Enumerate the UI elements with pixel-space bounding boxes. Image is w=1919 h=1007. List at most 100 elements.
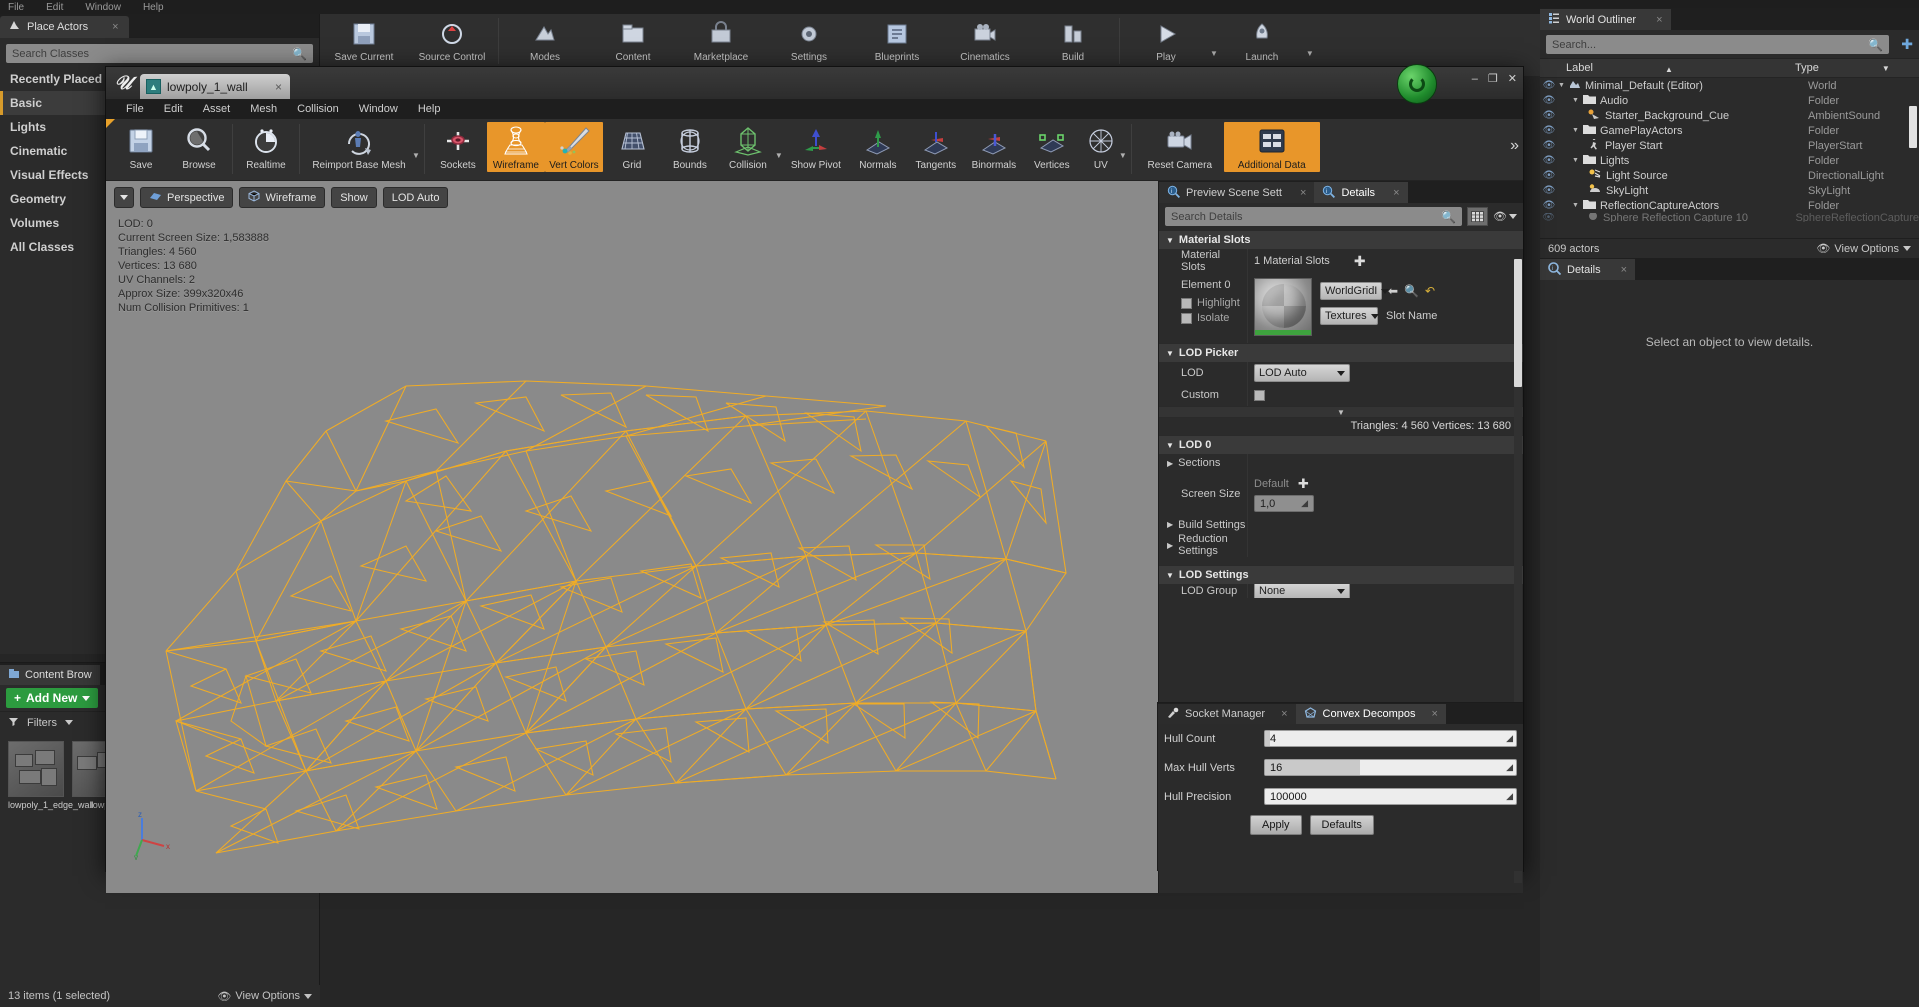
- chevron-down-icon[interactable]: ▼: [1210, 49, 1218, 58]
- view-mode-button[interactable]: Perspective: [140, 187, 234, 208]
- defaults-button[interactable]: Defaults: [1309, 815, 1374, 835]
- menu-collision[interactable]: Collision: [287, 103, 349, 115]
- table-row[interactable]: 👁 SkyLight SkyLight: [1540, 183, 1919, 198]
- close-icon[interactable]: ×: [1393, 187, 1399, 199]
- visibility-eye-icon[interactable]: 👁: [1540, 110, 1558, 121]
- asset-item[interactable]: lowpoly_1_edge_wall: [8, 741, 94, 811]
- chevron-down-icon[interactable]: ▼: [412, 151, 420, 160]
- tab-place-actors[interactable]: Place Actors ×: [0, 16, 129, 38]
- material-combo[interactable]: WorldGridI: [1320, 282, 1390, 300]
- table-row[interactable]: 👁 ▼ ReflectionCaptureActors Folder: [1540, 198, 1919, 213]
- tab-details[interactable]: i Details ×: [1314, 182, 1408, 203]
- browse-to-asset-icon[interactable]: 🔍: [1404, 284, 1419, 298]
- tab-convex-decomposition[interactable]: Convex Decompos ×: [1295, 704, 1446, 724]
- lod-menu-button[interactable]: LOD Auto: [382, 187, 449, 208]
- toolbar-vertices[interactable]: Vertices: [1023, 122, 1081, 172]
- hull-count-slider[interactable]: 4 ◢: [1264, 730, 1517, 747]
- expand-triangle-icon[interactable]: ▶: [1167, 459, 1173, 468]
- toolbar-tangents[interactable]: Tangents: [907, 122, 965, 172]
- close-button[interactable]: ✕: [1508, 72, 1517, 85]
- isolate-checkbox[interactable]: [1181, 312, 1192, 324]
- app-menu-window[interactable]: Window: [85, 2, 121, 13]
- menu-edit[interactable]: Edit: [154, 103, 193, 115]
- mesh-viewport[interactable]: Perspective Wireframe Show LOD Auto LOD:…: [106, 181, 1159, 893]
- close-icon[interactable]: ×: [275, 80, 282, 94]
- app-menu-edit[interactable]: Edit: [46, 2, 63, 13]
- chevron-down-icon[interactable]: ▼: [1306, 49, 1314, 58]
- section-lod-picker[interactable]: ▼ LOD Picker: [1159, 343, 1523, 362]
- toolbar-sockets[interactable]: Sockets: [429, 122, 487, 172]
- expand-arrow-icon[interactable]: ▼: [1558, 82, 1565, 89]
- toolbar-show-pivot[interactable]: Show Pivot: [783, 122, 849, 172]
- row-build-settings[interactable]: ▶ Build Settings: [1159, 516, 1523, 533]
- menu-window[interactable]: Window: [349, 103, 408, 115]
- app-menu-help[interactable]: Help: [143, 2, 164, 13]
- outliner-search-input[interactable]: Search... 🔍: [1546, 35, 1890, 54]
- search-classes-input[interactable]: Search Classes 🔍: [6, 44, 313, 63]
- main-toolbar-modes[interactable]: Modes: [501, 16, 589, 63]
- table-row[interactable]: 👁 Sphere Reflection Capture 10 SphereRef…: [1540, 213, 1919, 222]
- main-toolbar-build[interactable]: Build: [1029, 16, 1117, 63]
- main-toolbar-play[interactable]: Play: [1122, 16, 1210, 63]
- toolbar-binormals[interactable]: Binormals: [965, 122, 1023, 172]
- toolbar-bounds[interactable]: Bounds: [661, 122, 719, 172]
- main-toolbar-cinematics[interactable]: Cinematics: [941, 16, 1029, 63]
- shading-mode-button[interactable]: Wireframe: [239, 187, 326, 208]
- plus-icon[interactable]: ✚: [1298, 476, 1309, 492]
- visibility-eye-icon[interactable]: 👁: [1540, 200, 1558, 211]
- expand-arrow-icon[interactable]: ▼: [1572, 157, 1579, 164]
- visibility-eye-icon[interactable]: 👁: [1540, 80, 1558, 91]
- visibility-eye-icon[interactable]: 👁: [1540, 125, 1558, 136]
- visibility-eye-icon[interactable]: 👁: [1540, 140, 1558, 151]
- tab-world-outliner[interactable]: World Outliner ×: [1540, 9, 1671, 30]
- main-toolbar-save-current[interactable]: Save Current: [320, 16, 408, 63]
- close-icon[interactable]: ×: [1281, 708, 1287, 720]
- reset-to-default-icon[interactable]: ↶: [1425, 284, 1435, 298]
- details-grid-view-button[interactable]: [1467, 207, 1489, 226]
- details-scrollbar-thumb[interactable]: [1514, 259, 1522, 387]
- toolbar-wireframe[interactable]: Wireframe: [486, 122, 545, 172]
- search-details-input[interactable]: Search Details 🔍: [1165, 207, 1463, 226]
- toolbar-normals[interactable]: Normals: [849, 122, 907, 172]
- menu-mesh[interactable]: Mesh: [240, 103, 287, 115]
- section-lod-0[interactable]: ▼ LOD 0: [1159, 435, 1523, 454]
- expand-triangle-icon[interactable]: ▶: [1167, 520, 1173, 529]
- add-actor-button[interactable]: ✚: [1901, 36, 1913, 53]
- material-thumbnail[interactable]: [1254, 278, 1312, 336]
- table-row[interactable]: 👁 Light Source DirectionalLight: [1540, 168, 1919, 183]
- row-sections[interactable]: ▶ Sections: [1159, 454, 1523, 472]
- main-toolbar-settings[interactable]: Settings: [765, 16, 853, 63]
- expand-arrow-icon[interactable]: ▼: [1572, 97, 1579, 104]
- visibility-eye-icon[interactable]: 👁: [1540, 170, 1558, 181]
- tab-details[interactable]: i Details ×: [1540, 259, 1636, 280]
- expand-arrow-icon[interactable]: ▼: [1572, 202, 1579, 209]
- record-button[interactable]: [1397, 64, 1437, 104]
- main-toolbar-content[interactable]: Content: [589, 16, 677, 63]
- lod-group-select[interactable]: None: [1254, 584, 1350, 598]
- outliner-view-options-button[interactable]: 👁 View Options: [1816, 242, 1911, 255]
- content-view-options-button[interactable]: 👁 View Options: [217, 990, 312, 1003]
- toolbar-collision[interactable]: Collision: [719, 122, 777, 172]
- row-reduction-settings[interactable]: ▶ Reduction Settings: [1159, 533, 1523, 557]
- show-menu-button[interactable]: Show: [331, 187, 377, 208]
- toolbar-realtime[interactable]: Realtime: [237, 122, 295, 172]
- close-icon[interactable]: ×: [1656, 14, 1662, 26]
- app-menu-file[interactable]: File: [8, 2, 24, 13]
- table-row[interactable]: 👁 ▼ Lights Folder: [1540, 153, 1919, 168]
- isolate-checkbox-row[interactable]: Isolate: [1181, 312, 1229, 324]
- toolbar-vert-colors[interactable]: Vert Colors: [544, 122, 603, 172]
- main-toolbar-blueprints[interactable]: Blueprints: [853, 16, 941, 63]
- section-material-slots[interactable]: ▼ Material Slots: [1159, 230, 1523, 249]
- toolbar-overflow-button[interactable]: »: [1510, 137, 1519, 155]
- textures-combo[interactable]: Textures: [1320, 307, 1379, 325]
- add-new-button[interactable]: + Add New: [6, 688, 99, 708]
- visibility-eye-icon[interactable]: 👁: [1540, 185, 1558, 196]
- expand-triangle-icon[interactable]: ▶: [1167, 541, 1173, 550]
- tab-preview-scene-settings[interactable]: i Preview Scene Sett ×: [1159, 182, 1315, 203]
- details-view-options-button[interactable]: 👁: [1493, 210, 1517, 223]
- visibility-eye-icon[interactable]: 👁: [1540, 95, 1558, 106]
- close-icon[interactable]: ×: [1300, 187, 1306, 199]
- viewport-options-button[interactable]: [114, 187, 134, 208]
- highlight-checkbox-row[interactable]: Highlight: [1181, 297, 1240, 309]
- window-asset-tab[interactable]: ▲ lowpoly_1_wall ×: [140, 74, 290, 99]
